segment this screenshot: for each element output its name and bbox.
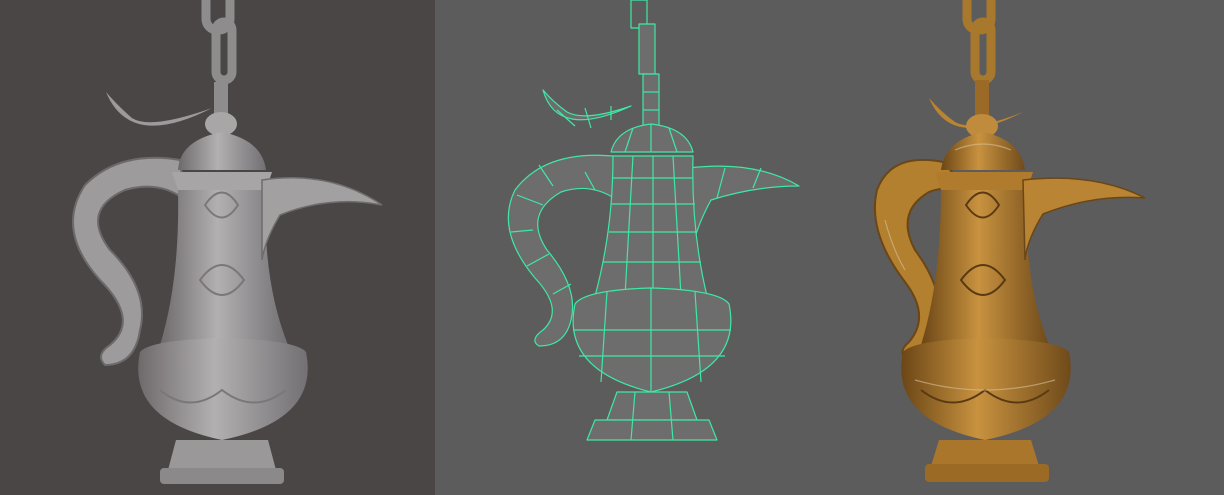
neck [935,172,1033,190]
foot-base [925,464,1049,482]
neck [172,172,272,190]
dallah-model-turnaround [0,0,1224,495]
wireframe-dallah [435,0,845,495]
textured-dallah [845,0,1224,495]
sculpt-view-panel [0,0,435,495]
wireframe-view-panel [435,0,845,495]
foot [168,440,276,470]
sculpt-dallah [0,0,435,495]
foot-base [160,468,284,484]
foot [931,440,1039,466]
textured-view-panel [845,0,1224,495]
